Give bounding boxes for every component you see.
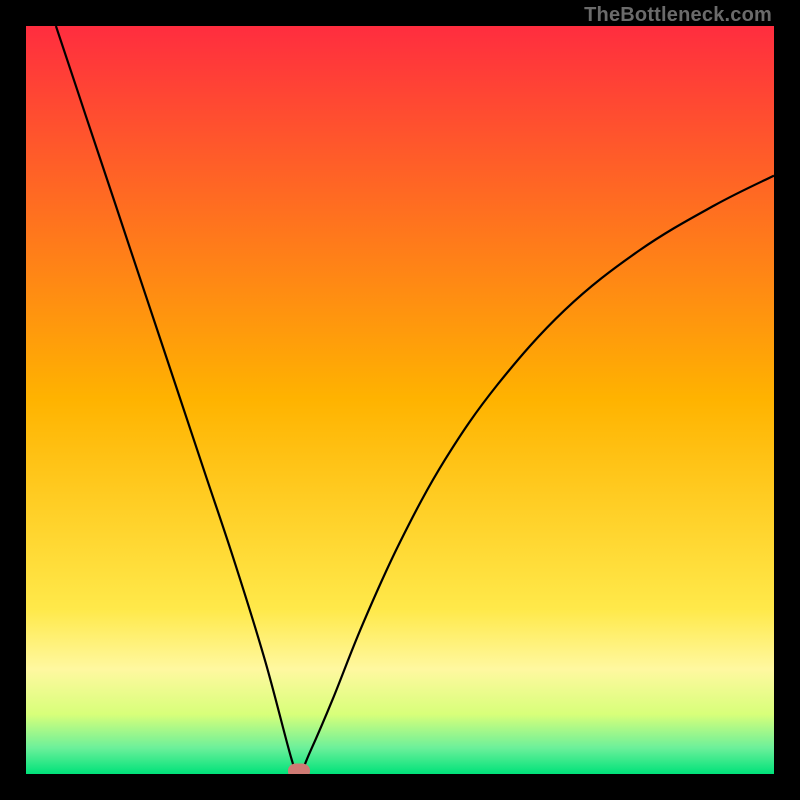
curve-svg (26, 26, 774, 774)
plot-area (26, 26, 774, 774)
optimal-point-marker (288, 764, 310, 775)
chart-frame: TheBottleneck.com (0, 0, 800, 800)
attribution-text: TheBottleneck.com (584, 4, 772, 27)
bottleneck-curve-path (56, 26, 774, 774)
